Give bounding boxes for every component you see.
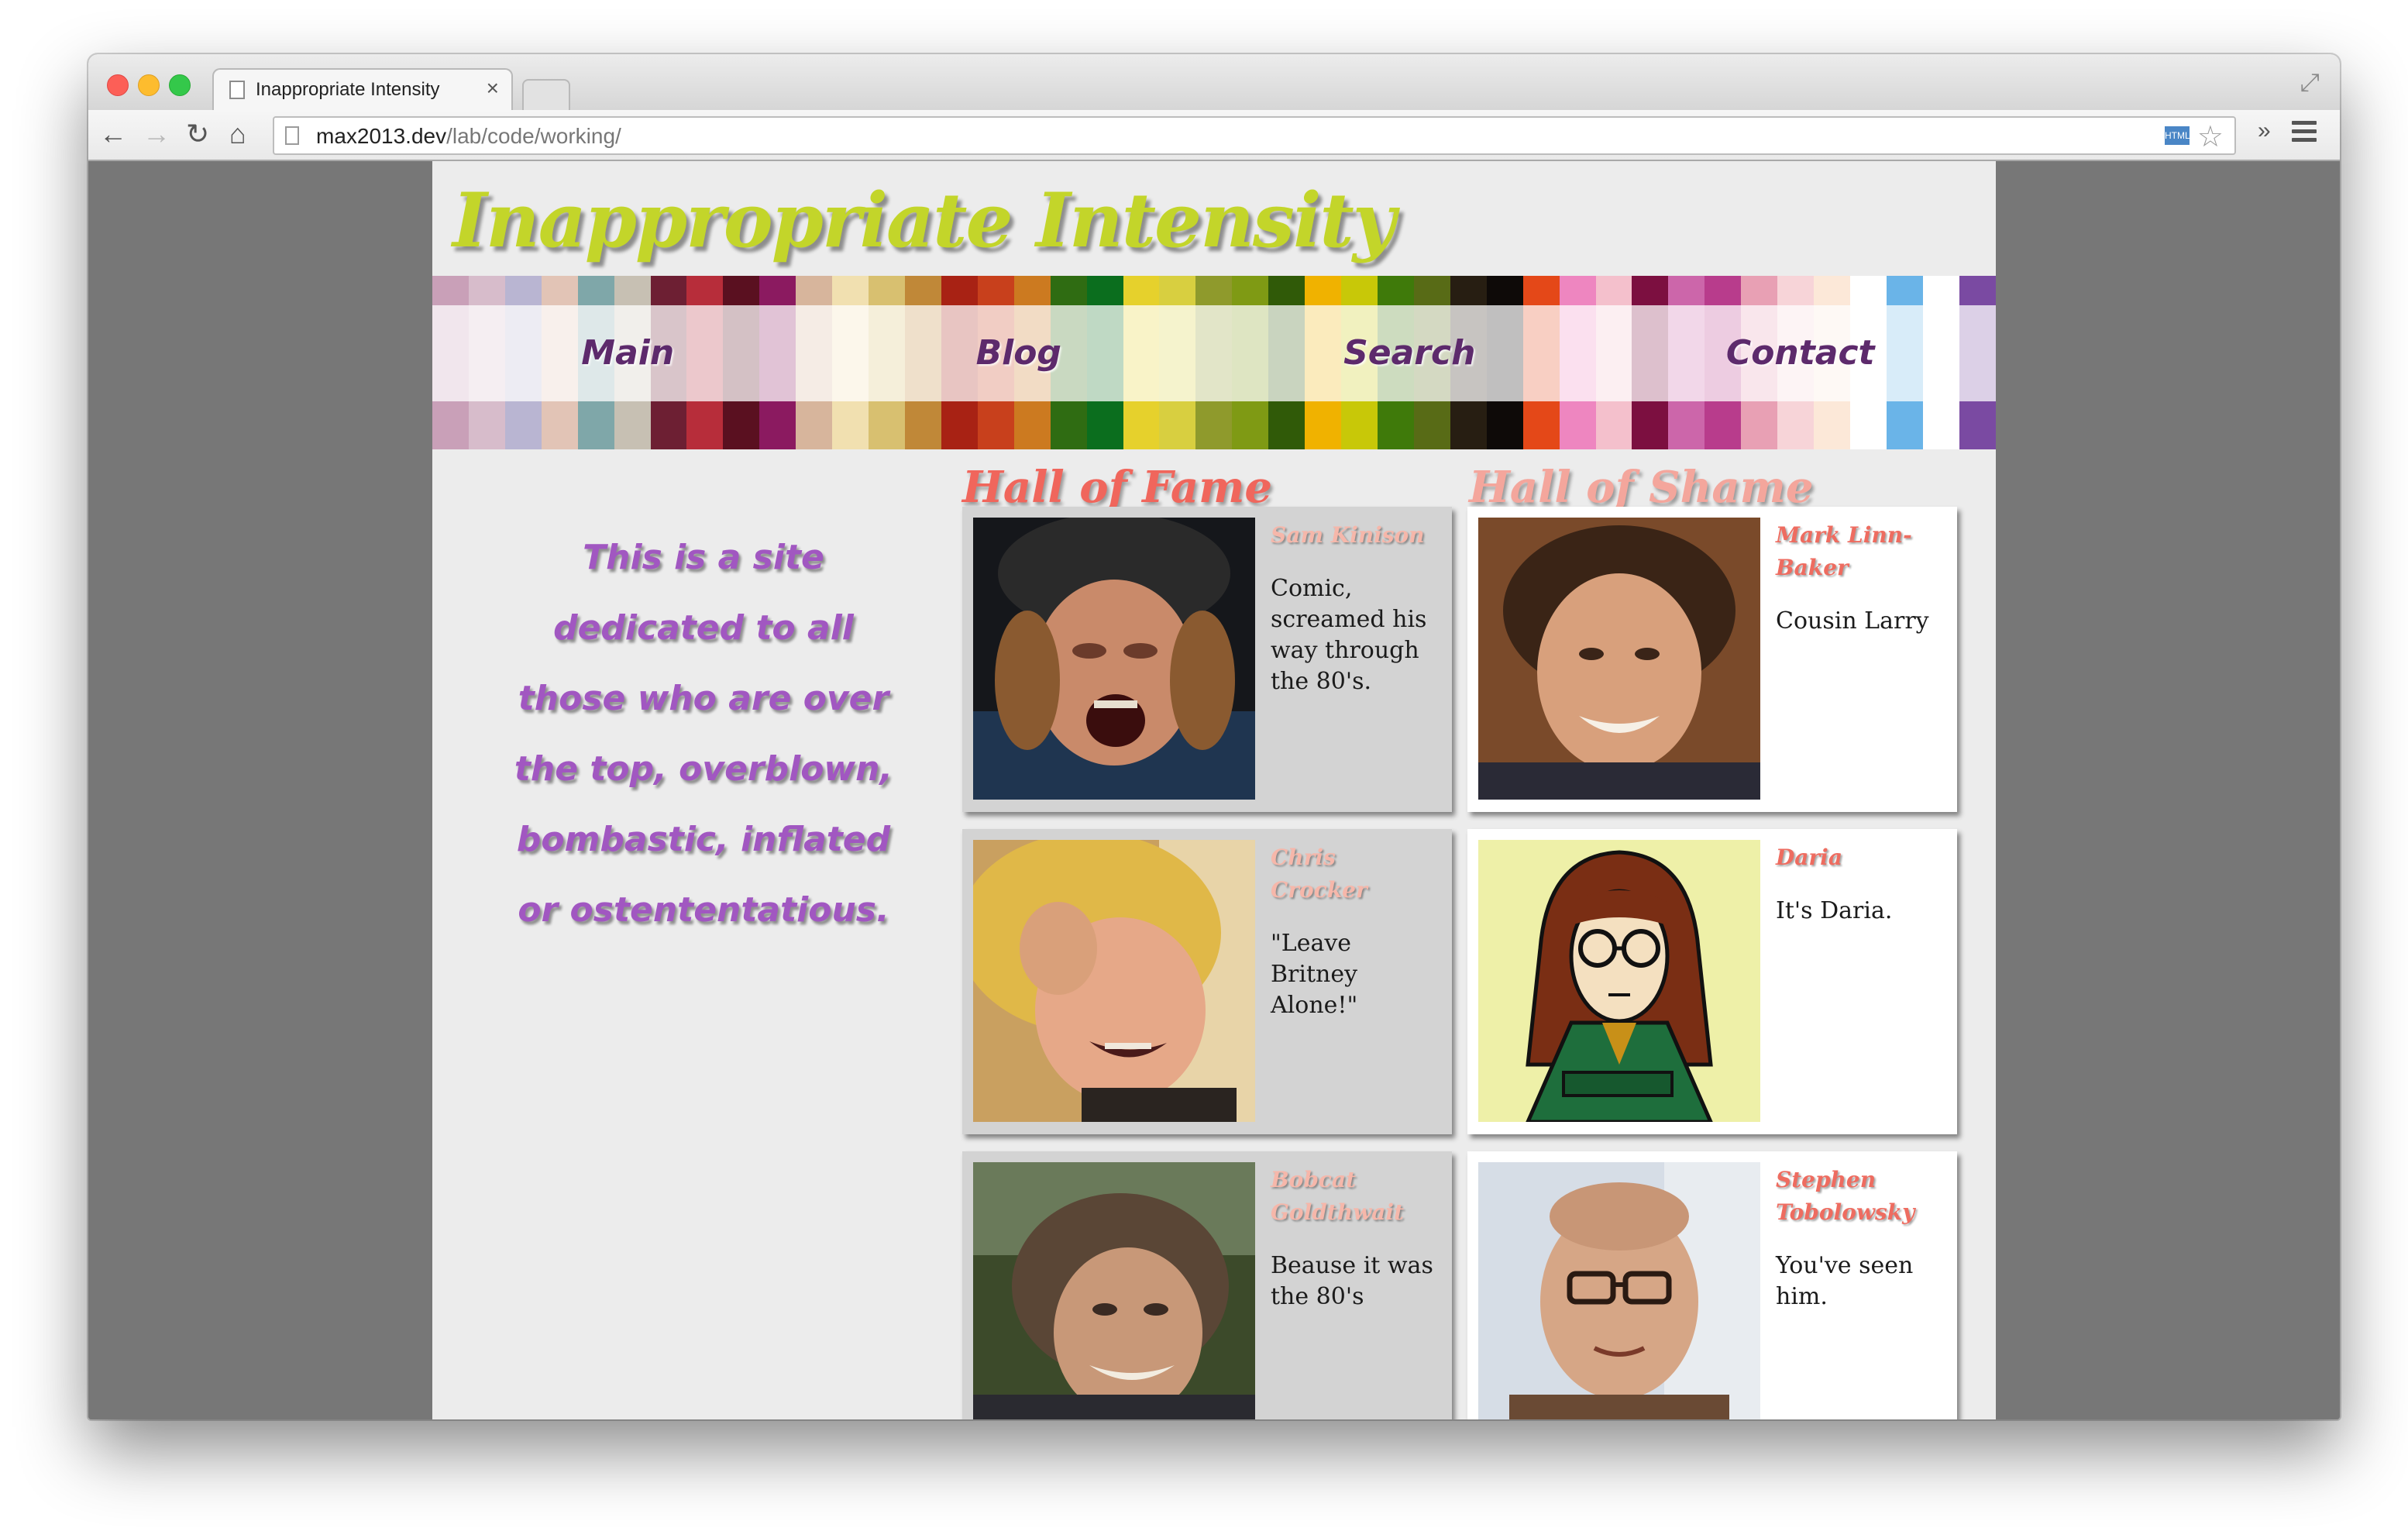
home-icon[interactable]: ⌂: [229, 118, 246, 150]
sam-kinison-photo: [973, 518, 1255, 800]
card-description: Beause it was the 80's: [1271, 1252, 1433, 1310]
card-name: Mark Linn-Baker: [1776, 522, 1912, 580]
zoom-window-button[interactable]: [169, 74, 191, 96]
card-name: Stephen Tobolowsky: [1776, 1167, 1915, 1225]
browser-window: Inappropriate Intensity × ⤢ ← → ↻ ⌂ max2…: [88, 54, 2340, 1419]
card-name: Chris Crocker: [1271, 845, 1367, 903]
bobcat-goldthwait-photo: [973, 1162, 1255, 1419]
page-icon: [229, 81, 245, 99]
new-tab-button[interactable]: [522, 79, 570, 110]
chris-crocker-photo: [973, 840, 1255, 1122]
url-path: /lab/code/working/: [446, 124, 621, 148]
tab-close-icon[interactable]: ×: [487, 76, 499, 101]
forward-arrow-icon[interactable]: →: [143, 118, 170, 150]
site-title: Inappropriate Intensity: [452, 177, 1396, 264]
url-text[interactable]: max2013.dev/lab/code/working/: [316, 124, 621, 149]
intro-text: This is a site dedicated to all those wh…: [514, 538, 893, 930]
fullscreen-icon[interactable]: ⤢: [2300, 68, 2320, 98]
card-name: Sam Kinison: [1271, 522, 1425, 548]
back-arrow-icon[interactable]: ←: [99, 118, 127, 150]
close-window-button[interactable]: [107, 74, 129, 96]
page-icon: [285, 126, 299, 145]
hall-of-shame-heading: Hall of Shame: [1469, 462, 1814, 513]
url-host: max2013.dev: [316, 124, 447, 148]
minimize-window-button[interactable]: [138, 74, 160, 96]
hall-of-fame-heading: Hall of Fame: [962, 462, 1273, 513]
mark-linn-baker-photo: [1478, 518, 1760, 800]
nav-blog[interactable]: Blog: [824, 305, 1215, 401]
fame-card-sam-kinison[interactable]: Sam Kinison Comic, screamed his way thro…: [962, 507, 1452, 812]
card-description: Comic, screamed his way through the 80's…: [1271, 575, 1427, 695]
page-viewport: Inappropriate Intensity Main Blog Search…: [88, 161, 2340, 1419]
shame-card-mark-linn-baker[interactable]: Mark Linn-Baker Cousin Larry: [1467, 507, 1957, 812]
card-description: Cousin Larry: [1776, 607, 1929, 635]
stephen-tobolowsky-photo: [1478, 1162, 1760, 1419]
extensions-chevron-icon[interactable]: »: [2258, 118, 2271, 144]
daria-illustration: [1478, 840, 1760, 1122]
html5-icon[interactable]: HTML: [2165, 126, 2190, 145]
nav-search[interactable]: Search: [1214, 305, 1605, 401]
title-bar: Inappropriate Intensity × ⤢: [88, 54, 2340, 110]
card-description: It's Daria.: [1776, 897, 1893, 924]
fame-card-chris-crocker[interactable]: Chris Crocker "Leave Britney Alone!": [962, 829, 1452, 1134]
reload-icon[interactable]: ↻: [186, 118, 209, 150]
tab-title: Inappropriate Intensity: [256, 79, 440, 100]
main-nav: Main Blog Search Contact: [432, 305, 1996, 401]
star-icon[interactable]: ☆: [2197, 119, 2224, 154]
nav-main[interactable]: Main: [432, 305, 824, 401]
card-description: "Leave Britney Alone!": [1271, 930, 1358, 1019]
card-description: You've seen him.: [1776, 1252, 1914, 1310]
browser-toolbar: ← → ↻ ⌂ max2013.dev/lab/code/working/ HT…: [88, 110, 2340, 161]
address-bar[interactable]: max2013.dev/lab/code/working/ HTML ☆: [273, 116, 2236, 155]
hamburger-menu-icon[interactable]: [2292, 121, 2317, 146]
shame-card-stephen-tobolowsky[interactable]: Stephen Tobolowsky You've seen him.: [1467, 1151, 1957, 1419]
page-body: Inappropriate Intensity Main Blog Search…: [432, 161, 1996, 1419]
nav-contact[interactable]: Contact: [1605, 305, 1997, 401]
card-name: Bobcat Goldthwait: [1271, 1167, 1404, 1225]
browser-tab[interactable]: Inappropriate Intensity ×: [212, 68, 513, 110]
shame-card-daria[interactable]: Daria It's Daria.: [1467, 829, 1957, 1134]
fame-card-bobcat-goldthwait[interactable]: Bobcat Goldthwait Beause it was the 80's: [962, 1151, 1452, 1419]
card-name: Daria: [1776, 845, 1842, 870]
